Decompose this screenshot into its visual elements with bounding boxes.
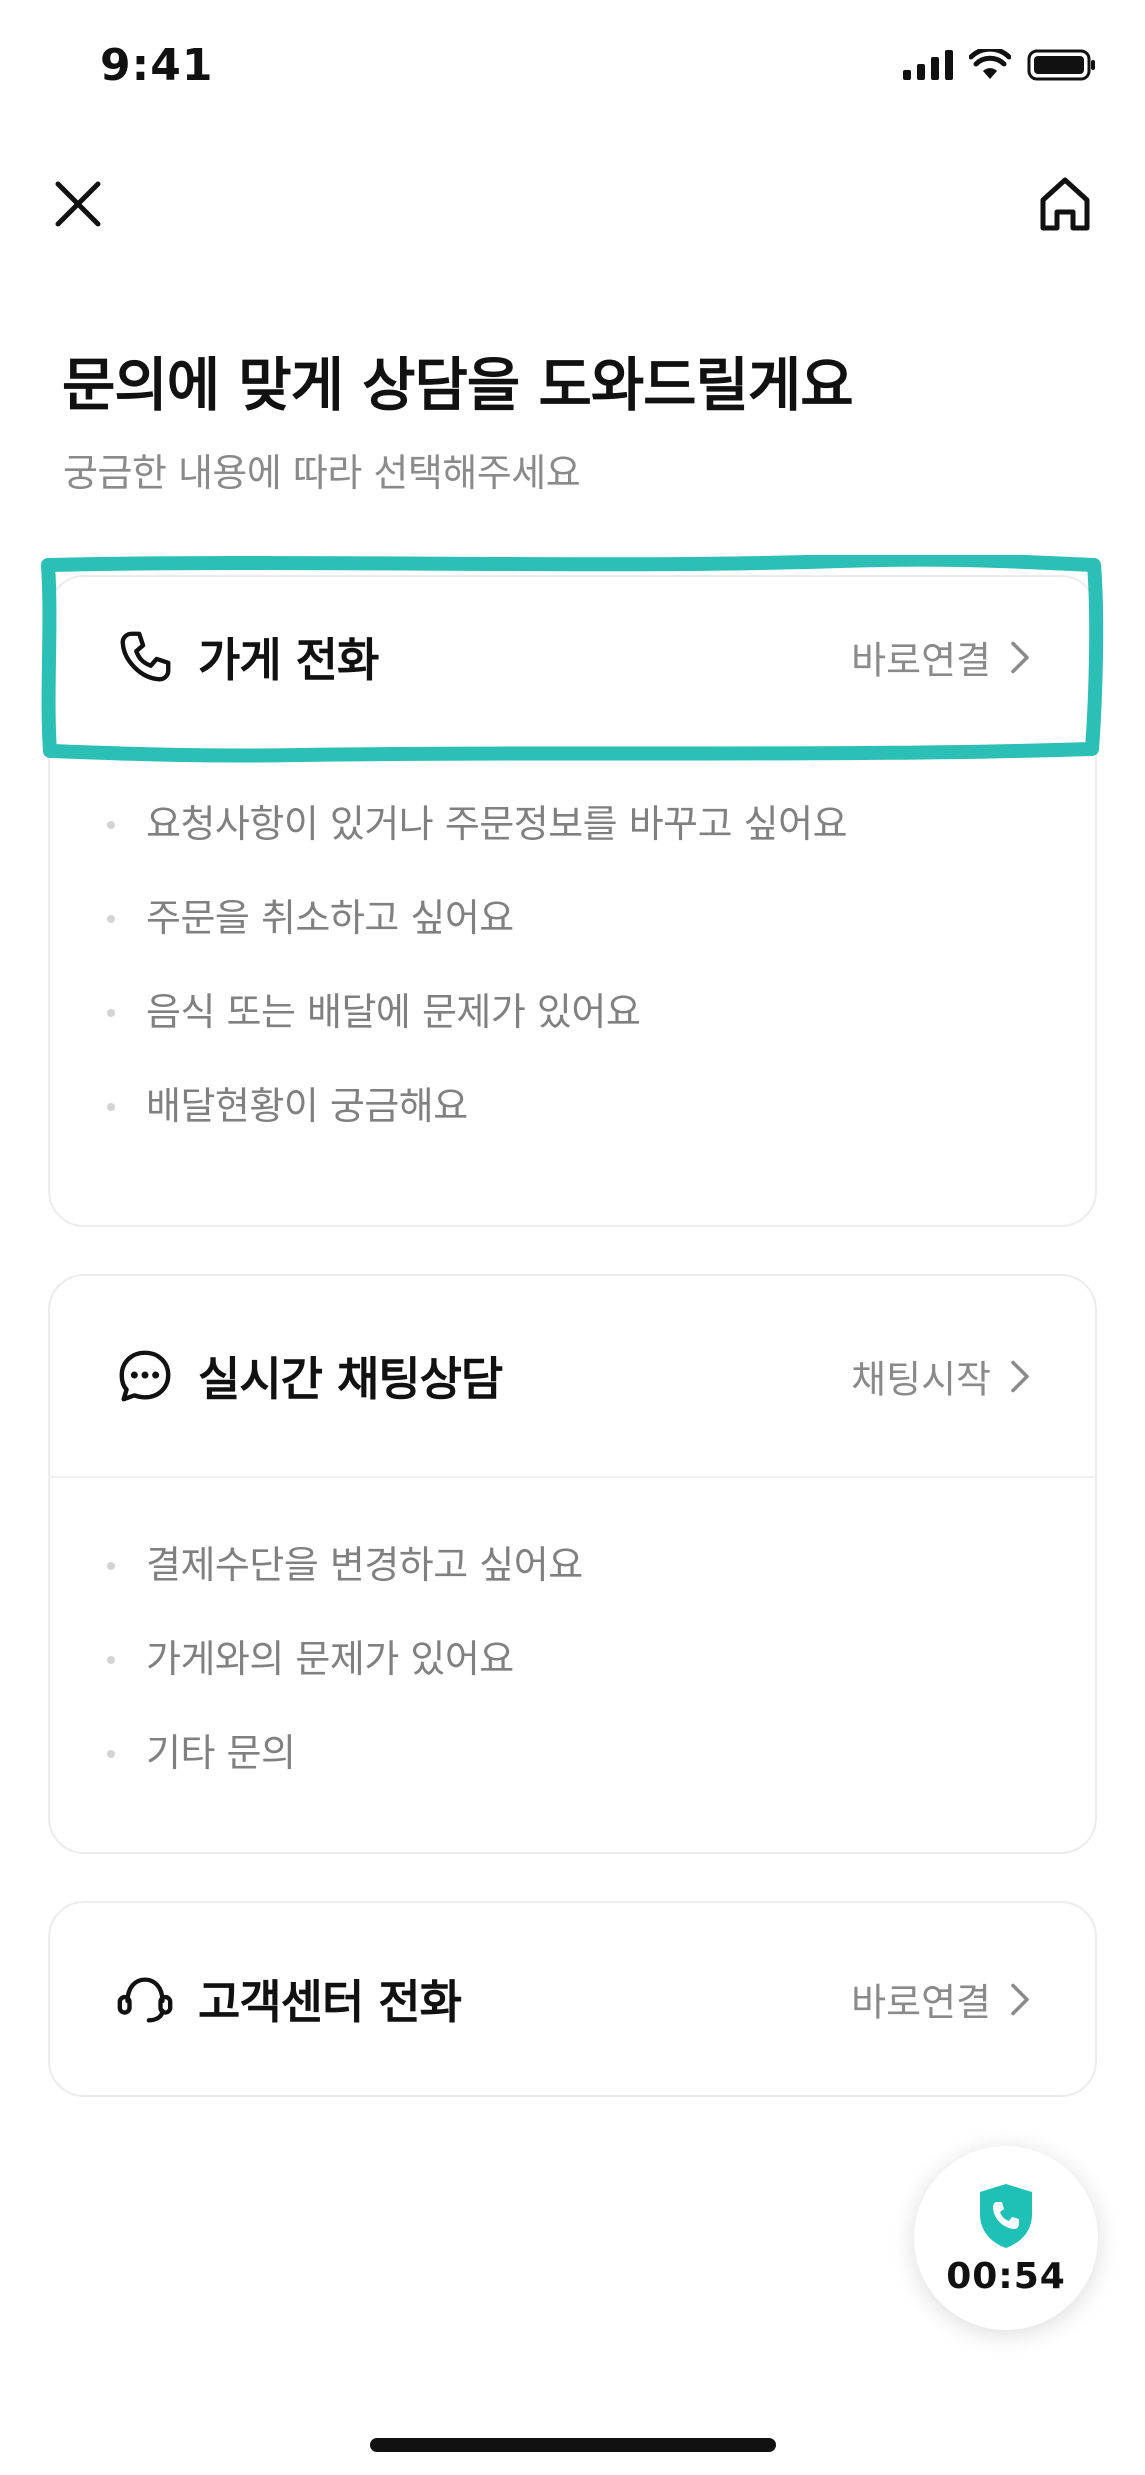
store-call-list: 요청사항이 있거나 주문정보를 바꾸고 싶어요 주문을 취소하고 싶어요 음식 … — [50, 737, 1095, 1193]
cellular-signal-icon — [903, 50, 953, 80]
consultation-page: 9:41 문의에 맞게 상담을 도와드릴게요 궁금한 내용에 따라 선택해주세요… — [0, 0, 1145, 2475]
list-item: 가게와의 문제가 있어요 — [50, 1612, 1095, 1706]
page-subtitle: 궁금한 내용에 따라 선택해주세요 — [63, 451, 581, 495]
live-chat-start[interactable]: 채팅시작 — [851, 1349, 1033, 1404]
store-call-title: 가게 전화 — [198, 633, 379, 687]
customer-center-connect[interactable]: 바로연결 — [851, 1972, 1033, 2027]
customer-center-card: 고객센터 전화 바로연결 — [48, 1901, 1097, 2097]
customer-center-row[interactable]: 고객센터 전화 바로연결 — [50, 1903, 1095, 2095]
status-icons — [903, 48, 1097, 82]
home-indicator — [370, 2438, 776, 2452]
store-call-connect[interactable]: 바로연결 — [851, 630, 1033, 685]
shield-phone-icon — [980, 2184, 1032, 2248]
list-item: 기타 문의 — [50, 1706, 1095, 1800]
call-timer-button[interactable]: 00:54 — [914, 2146, 1098, 2330]
chevron-right-icon — [1011, 1983, 1029, 2015]
live-chat-title: 실시간 채팅상담 — [198, 1352, 503, 1406]
customer-center-title: 고객센터 전화 — [198, 1975, 462, 2029]
store-call-row[interactable]: 가게 전화 바로연결 — [50, 577, 1095, 737]
phone-icon — [120, 631, 171, 682]
page-title: 문의에 맞게 상담을 도와드릴게요 — [62, 351, 854, 419]
customer-center-action-label: 바로연결 — [851, 1980, 991, 2025]
chat-bubble-icon — [119, 1350, 171, 1402]
close-icon[interactable] — [48, 174, 108, 234]
live-chat-card: 실시간 채팅상담 채팅시작 결제수단을 변경하고 싶어요 가게와의 문제가 있어… — [48, 1274, 1097, 1854]
list-item: 주문을 취소하고 싶어요 — [50, 871, 1095, 965]
chevron-right-icon — [1011, 1360, 1029, 1392]
chevron-right-icon — [1011, 641, 1029, 673]
headset-icon — [117, 1977, 173, 2023]
list-item: 음식 또는 배달에 문제가 있어요 — [50, 965, 1095, 1059]
live-chat-row[interactable]: 실시간 채팅상담 채팅시작 — [50, 1276, 1095, 1476]
nav-bar — [0, 160, 1145, 240]
home-icon[interactable] — [1033, 172, 1097, 236]
list-item: 요청사항이 있거나 주문정보를 바꾸고 싶어요 — [50, 777, 1095, 871]
call-timer: 00:54 — [946, 2256, 1066, 2297]
store-call-action-label: 바로연결 — [851, 638, 991, 683]
store-call-card: 가게 전화 바로연결 요청사항이 있거나 주문정보를 바꾸고 싶어요 주문을 취… — [48, 575, 1097, 1227]
status-time: 9:41 — [100, 40, 214, 91]
list-item: 결제수단을 변경하고 싶어요 — [50, 1518, 1095, 1612]
list-item: 배달현황이 궁금해요 — [50, 1059, 1095, 1153]
status-bar: 9:41 — [0, 0, 1145, 140]
live-chat-list: 결제수단을 변경하고 싶어요 가게와의 문제가 있어요 기타 문의 — [50, 1476, 1095, 1840]
battery-icon — [1027, 49, 1095, 81]
live-chat-action-label: 채팅시작 — [851, 1357, 991, 1402]
wifi-icon — [969, 49, 1011, 79]
